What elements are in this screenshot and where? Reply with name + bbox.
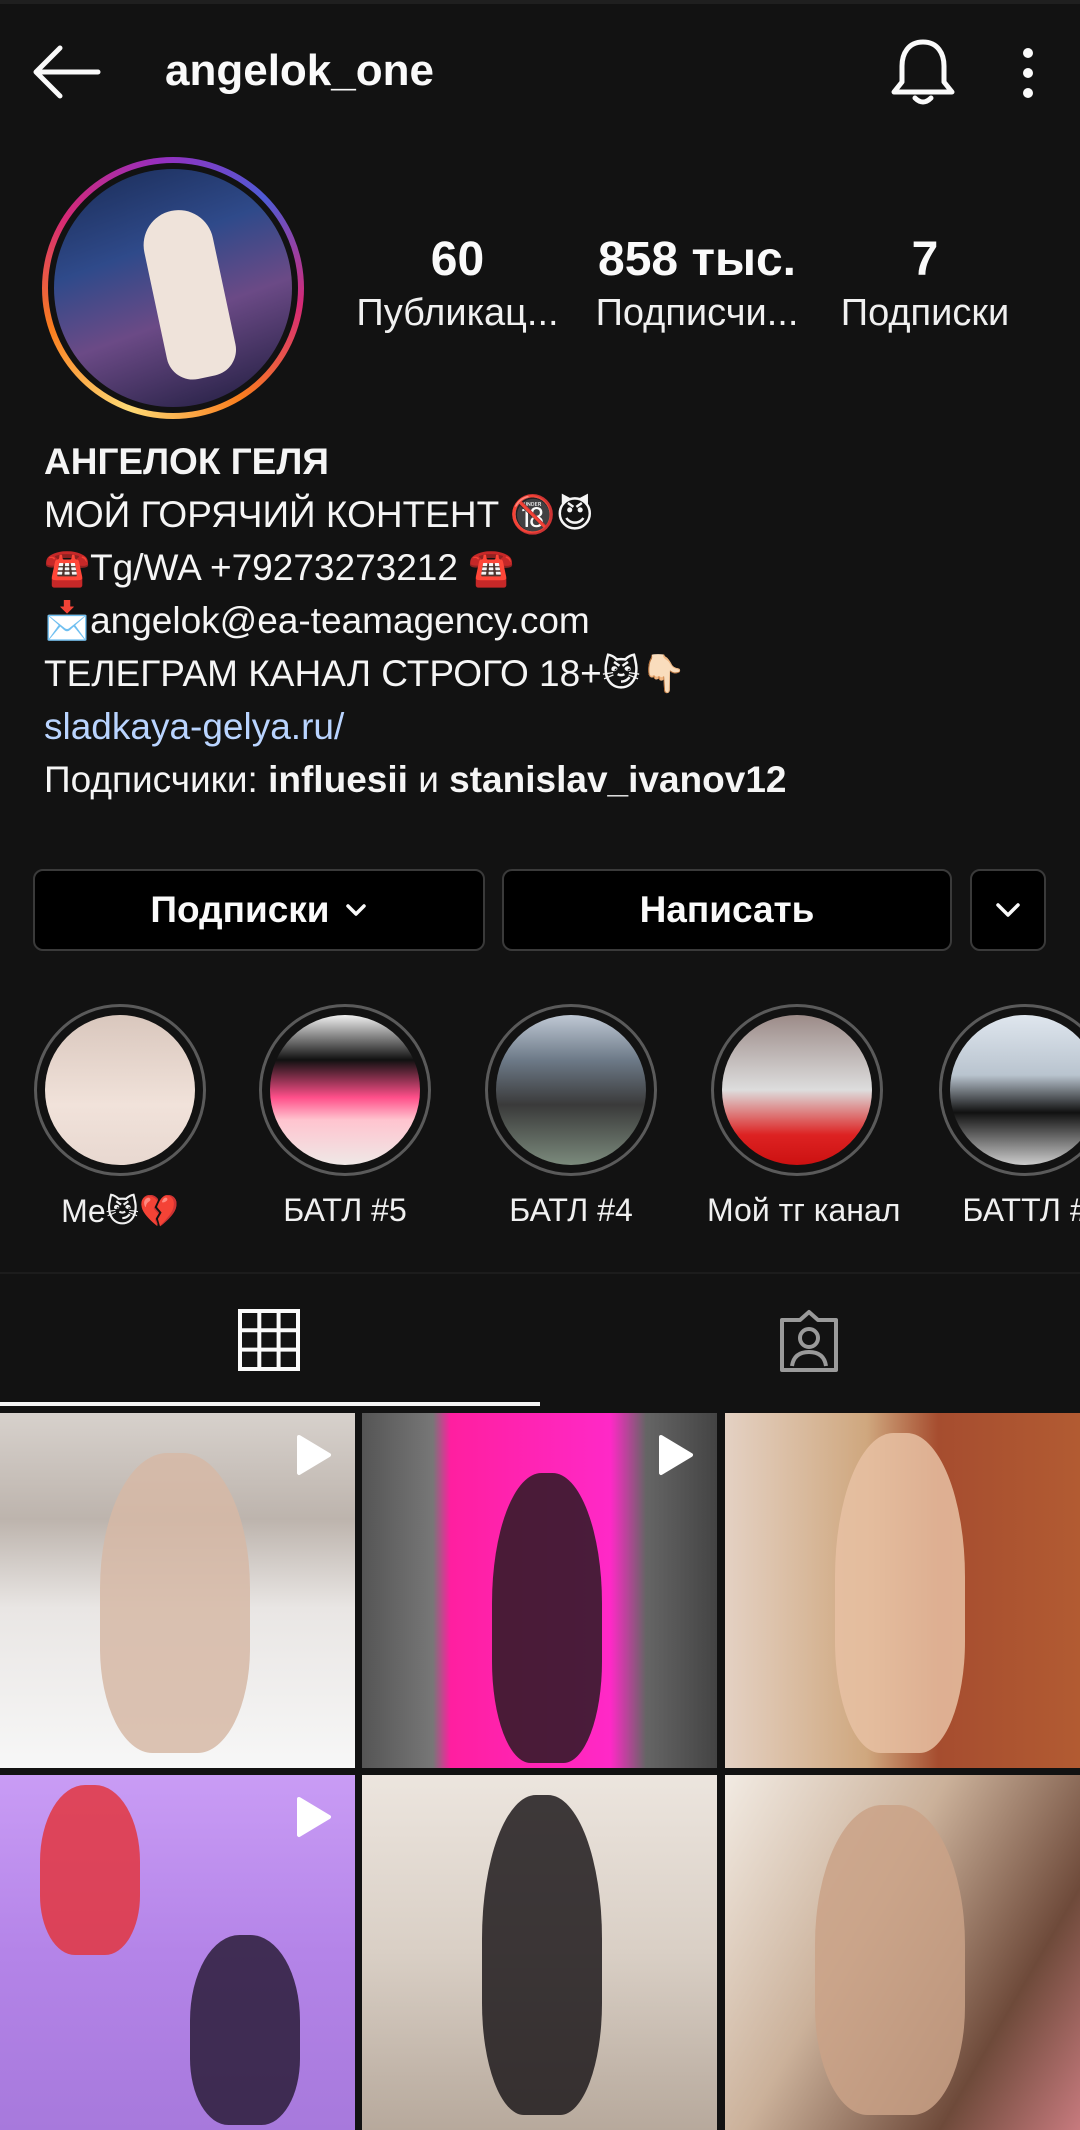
followed-by-user[interactable]: stanislav_ivanov12 [449,759,786,800]
profile-display-name: АНГЕЛОК ГЕЛЯ [44,441,329,482]
posts-grid-tab-icon[interactable] [237,1308,301,1372]
followed-by-and: и [407,759,450,800]
message-button[interactable]: Написать [502,869,952,951]
followed-by-line[interactable]: Подписчики: influesii и stanislav_ivanov… [44,753,1044,806]
following-stat[interactable]: 7 Подписки [830,232,1020,338]
reel-play-icon [297,1797,331,1837]
highlight-cover [496,1015,646,1165]
avatar-image [54,169,292,407]
post-thumbnail[interactable] [0,1413,355,1768]
profile-avatar[interactable] [42,157,304,419]
bio-website-link[interactable]: sladkaya-gelya.ru/ [44,700,1044,753]
followed-by-prefix: Подписчики: [44,759,269,800]
back-arrow-icon[interactable] [30,42,102,102]
profile-username: angelok_one [165,46,434,95]
story-highlight[interactable]: БАТТЛ # [935,1004,1080,1229]
bio-phone-line: ☎️Tg/WA +79273273212 ☎️ [44,547,515,588]
posts-count: 60 [430,233,485,286]
highlight-label: БАТЛ #5 [283,1192,407,1228]
posts-label: Публикац... [356,292,559,334]
highlight-cover [722,1015,872,1165]
profile-tab-bar [0,1272,1080,1409]
tagged-posts-tab-icon[interactable] [776,1308,842,1374]
suggested-accounts-button[interactable] [970,869,1046,951]
top-bar: angelok_one [0,0,1080,140]
chevron-down-icon [345,904,366,916]
following-count: 7 [911,233,939,286]
highlight-label: Мой тг канал [707,1192,901,1228]
chevron-down-icon [996,903,1020,917]
message-button-label: Написать [639,889,815,930]
active-tab-indicator [0,1402,540,1406]
highlight-label: БАТТЛ # [962,1192,1080,1228]
profile-bio: АНГЕЛОК ГЕЛЯ МОЙ ГОРЯЧИЙ КОНТЕНТ 🔞😈 ☎️Tg… [44,435,1044,806]
following-dropdown-button[interactable]: Подписки [33,869,485,951]
post-thumbnail[interactable] [362,1775,717,2130]
post-thumbnail[interactable] [725,1413,1080,1768]
notifications-bell-icon[interactable] [888,36,958,108]
following-button-label: Подписки [150,889,330,930]
story-highlight[interactable]: Me😼💔 [30,1004,210,1230]
followed-by-user[interactable]: influesii [268,759,408,800]
reel-play-icon [659,1435,693,1475]
post-thumbnail[interactable] [725,1775,1080,2130]
highlight-cover [45,1015,195,1165]
post-thumbnail[interactable] [0,1775,355,2130]
highlight-cover [950,1015,1080,1165]
posts-stat[interactable]: 60 Публикац... [345,232,570,338]
followers-count: 858 тыс. [598,233,796,286]
more-options-icon[interactable] [1010,46,1046,100]
followers-label: Подписчи... [595,292,799,334]
bio-line: МОЙ ГОРЯЧИЙ КОНТЕНТ 🔞😈 [44,494,595,535]
story-highlight[interactable]: БАТЛ #5 [255,1004,435,1229]
highlight-cover [270,1015,420,1165]
highlight-label: Me😼💔 [61,1193,179,1229]
reel-play-icon [297,1435,331,1475]
following-label: Подписки [840,292,1010,334]
highlight-label: БАТЛ #4 [509,1192,633,1228]
story-highlight[interactable]: БАТЛ #4 [481,1004,661,1229]
story-highlight[interactable]: Мой тг канал [707,1004,901,1229]
bio-line: ТЕЛЕГРАМ КАНАЛ СТРОГО 18+😼👇🏻 [44,653,687,694]
post-thumbnail[interactable] [362,1413,717,1768]
followers-stat[interactable]: 858 тыс. Подписчи... [582,232,812,338]
bio-email-line: 📩angelok@ea-teamagency.com [44,600,590,641]
